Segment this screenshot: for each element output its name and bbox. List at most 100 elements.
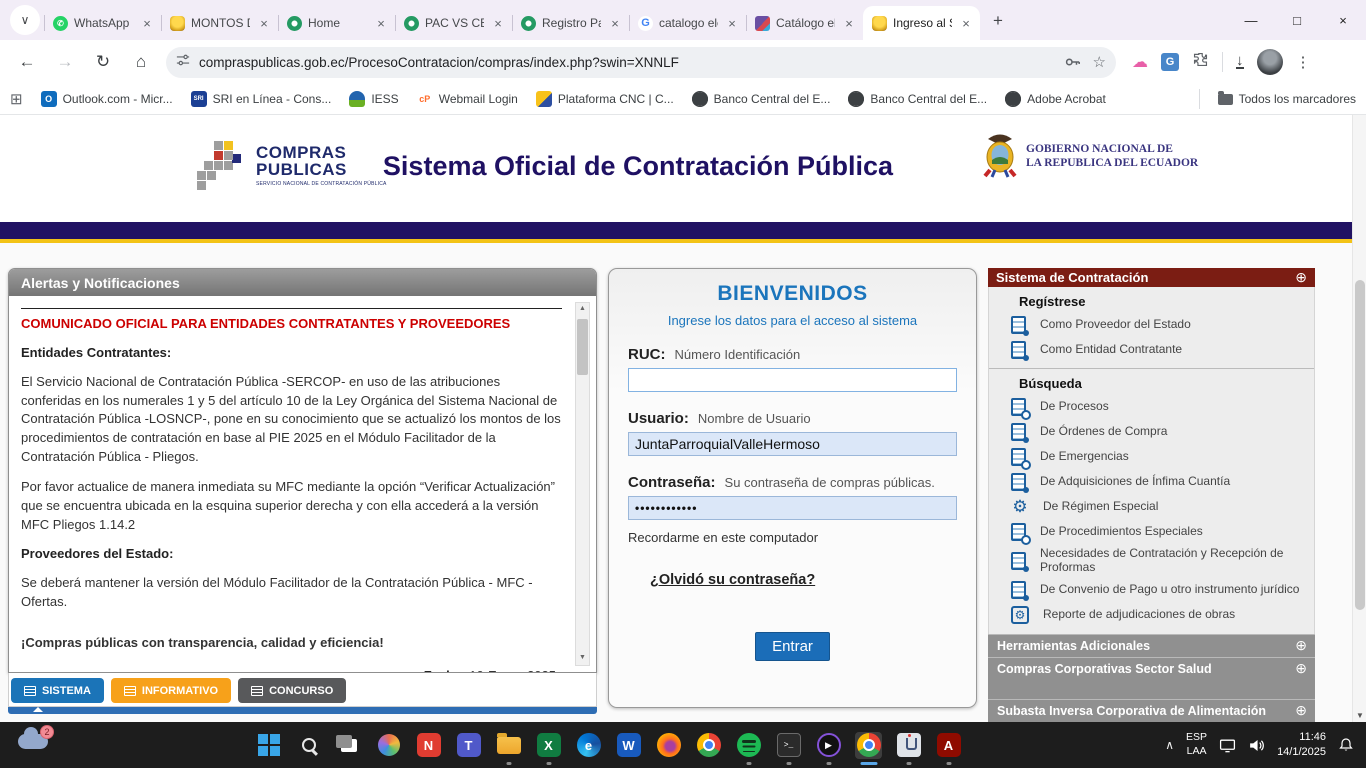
- bookmark-bce-1[interactable]: Banco Central del E...: [692, 91, 831, 107]
- start-button[interactable]: [255, 732, 282, 759]
- tab-pac-vs-cedu[interactable]: PAC VS CEDU ×: [395, 6, 512, 40]
- sidebar-item-convenio[interactable]: De Convenio de Pago u otro instrumento j…: [989, 578, 1314, 603]
- browser-menu-icon[interactable]: ⋮: [1296, 53, 1311, 71]
- bookmark-iess[interactable]: IESS: [349, 91, 398, 107]
- bookmark-bce-2[interactable]: Banco Central del E...: [848, 91, 987, 107]
- chrome-app[interactable]: [695, 732, 722, 759]
- weather-widget[interactable]: 2: [18, 734, 48, 749]
- accordion-compras-salud[interactable]: Compras Corporativas Sector Salud⊕: [988, 657, 1315, 699]
- url-text[interactable]: compraspublicas.gob.ec/ProcesoContrataci…: [199, 55, 1053, 70]
- copilot-button[interactable]: [375, 732, 402, 759]
- firefox-app[interactable]: [655, 732, 682, 759]
- page-scrollbar[interactable]: ▼: [1352, 115, 1366, 722]
- bookmark-star-icon[interactable]: ☆: [1093, 53, 1106, 71]
- expand-icon[interactable]: ⊕: [1295, 269, 1307, 286]
- downloads-icon[interactable]: ↓: [1236, 55, 1244, 69]
- tab-close-icon[interactable]: ×: [958, 15, 974, 31]
- contrasena-input[interactable]: [628, 496, 957, 520]
- media-player-app[interactable]: ▶: [815, 732, 842, 759]
- tab-whatsapp[interactable]: ✆ WhatsApp ×: [44, 6, 161, 40]
- file-explorer-app[interactable]: [495, 732, 522, 759]
- forward-button[interactable]: →: [49, 46, 81, 78]
- maximize-button[interactable]: □: [1274, 0, 1320, 40]
- tab-home[interactable]: Home ×: [278, 6, 395, 40]
- bookmark-cnc[interactable]: Plataforma CNC | C...: [536, 91, 674, 107]
- accordion-subasta-alimentacion[interactable]: Subasta Inversa Corporativa de Alimentac…: [988, 699, 1315, 722]
- tab-search-button[interactable]: ∨: [10, 5, 40, 35]
- bookmark-webmail[interactable]: cPWebmail Login: [417, 91, 518, 107]
- back-button[interactable]: ←: [11, 46, 43, 78]
- sidebar-item-regimen-especial[interactable]: ⚙De Régimen Especial: [989, 494, 1314, 519]
- sidebar-item-proveedor[interactable]: Como Proveedor del Estado: [989, 312, 1314, 337]
- tray-expand-icon[interactable]: ∧: [1165, 738, 1174, 752]
- page-scrollbar-thumb[interactable]: [1355, 280, 1365, 610]
- tab-ingreso-active[interactable]: Ingreso al Si ×: [863, 6, 980, 40]
- sidebar-item-reporte-obras[interactable]: ⚙Reporte de adjudicaciones de obras: [989, 603, 1314, 628]
- search-button[interactable]: [295, 732, 322, 759]
- address-bar[interactable]: compraspublicas.gob.ec/ProcesoContrataci…: [166, 47, 1116, 78]
- sidebar-item-infima-cuantia[interactable]: De Adquisiciones de Ínfima Cuantía: [989, 469, 1314, 494]
- extensions-puzzle-icon[interactable]: [1192, 51, 1209, 73]
- scroll-down-icon[interactable]: ▼: [576, 652, 589, 665]
- tab-close-icon[interactable]: ×: [490, 15, 506, 31]
- tab-close-icon[interactable]: ×: [724, 15, 740, 31]
- password-key-icon[interactable]: [1063, 53, 1081, 71]
- java-app[interactable]: [895, 732, 922, 759]
- expand-icon[interactable]: ⊕: [1295, 660, 1307, 679]
- bookmark-sri[interactable]: SRISRI en Línea - Cons...: [191, 91, 332, 107]
- tune-icon[interactable]: [176, 53, 190, 72]
- ruc-input[interactable]: [628, 368, 957, 392]
- sidebar-item-necesidades[interactable]: Necesidades de Contratación y Recepción …: [989, 544, 1314, 578]
- tab-close-icon[interactable]: ×: [256, 15, 272, 31]
- accordion-herramientas[interactable]: Herramientas Adicionales⊕: [988, 634, 1315, 658]
- word-app[interactable]: W: [615, 732, 642, 759]
- spotify-app[interactable]: [735, 732, 762, 759]
- remember-me-text[interactable]: Recordarme en este computador: [628, 530, 957, 545]
- sidebar-item-entidad[interactable]: Como Entidad Contratante: [989, 337, 1314, 362]
- display-cast-icon[interactable]: [1219, 737, 1236, 754]
- entrar-button[interactable]: Entrar: [755, 632, 830, 661]
- tab-registro[interactable]: Registro Pag ×: [512, 6, 629, 40]
- acrobat-app[interactable]: A: [935, 732, 962, 759]
- tab-close-icon[interactable]: ×: [841, 15, 857, 31]
- page-scroll-down-icon[interactable]: ▼: [1353, 711, 1366, 720]
- clock[interactable]: 11:46 14/1/2025: [1277, 730, 1326, 760]
- tab-close-icon[interactable]: ×: [607, 15, 623, 31]
- sidebar-header-sistema-contratacion[interactable]: Sistema de Contratación ⊕: [988, 268, 1315, 287]
- minimize-button[interactable]: —: [1228, 0, 1274, 40]
- terminal-app[interactable]: >_: [775, 732, 802, 759]
- tab-montos[interactable]: MONTOS DE ×: [161, 6, 278, 40]
- volume-icon[interactable]: [1248, 737, 1265, 754]
- teams-app[interactable]: T: [455, 732, 482, 759]
- notification-bell-icon[interactable]: [1338, 737, 1354, 753]
- expand-icon[interactable]: ⊕: [1295, 637, 1307, 656]
- profile-avatar[interactable]: [1257, 49, 1283, 75]
- alerts-scrollbar[interactable]: ▲ ▼: [575, 302, 590, 666]
- bookmark-acrobat[interactable]: Adobe Acrobat: [1005, 91, 1106, 107]
- sidebar-item-ordenes[interactable]: De Órdenes de Compra: [989, 419, 1314, 444]
- tab-catalogo[interactable]: Catálogo ele ×: [746, 6, 863, 40]
- sidebar-item-procesos[interactable]: De Procesos: [989, 394, 1314, 419]
- excel-app[interactable]: X: [535, 732, 562, 759]
- translate-extension-icon[interactable]: G: [1161, 53, 1179, 71]
- apps-grid-icon[interactable]: ⊞: [10, 90, 23, 108]
- sidebar-item-emergencias[interactable]: De Emergencias: [989, 444, 1314, 469]
- language-indicator[interactable]: ESP LAA: [1186, 731, 1207, 758]
- usuario-input[interactable]: [628, 432, 957, 456]
- tab-sistema[interactable]: SISTEMA: [11, 678, 104, 703]
- new-tab-button[interactable]: +: [984, 7, 1012, 35]
- forgot-password-link[interactable]: ¿Olvidó su contraseña?: [650, 572, 815, 588]
- weather-extension-icon[interactable]: ☁: [1132, 52, 1148, 72]
- bookmark-outlook[interactable]: OOutlook.com - Micr...: [41, 91, 173, 107]
- home-button[interactable]: ⌂: [125, 46, 157, 78]
- close-window-button[interactable]: ×: [1320, 0, 1366, 40]
- tab-catalogo-google[interactable]: G catalogo ele ×: [629, 6, 746, 40]
- task-view-button[interactable]: [335, 732, 362, 759]
- tab-close-icon[interactable]: ×: [373, 15, 389, 31]
- tab-concurso[interactable]: CONCURSO: [238, 678, 346, 703]
- nitro-pdf-app[interactable]: N: [415, 732, 442, 759]
- sidebar-item-procedimientos[interactable]: De Procedimientos Especiales: [989, 519, 1314, 544]
- reload-button[interactable]: ↻: [87, 46, 119, 78]
- scroll-up-icon[interactable]: ▲: [576, 303, 589, 316]
- scrollbar-thumb[interactable]: [577, 319, 588, 375]
